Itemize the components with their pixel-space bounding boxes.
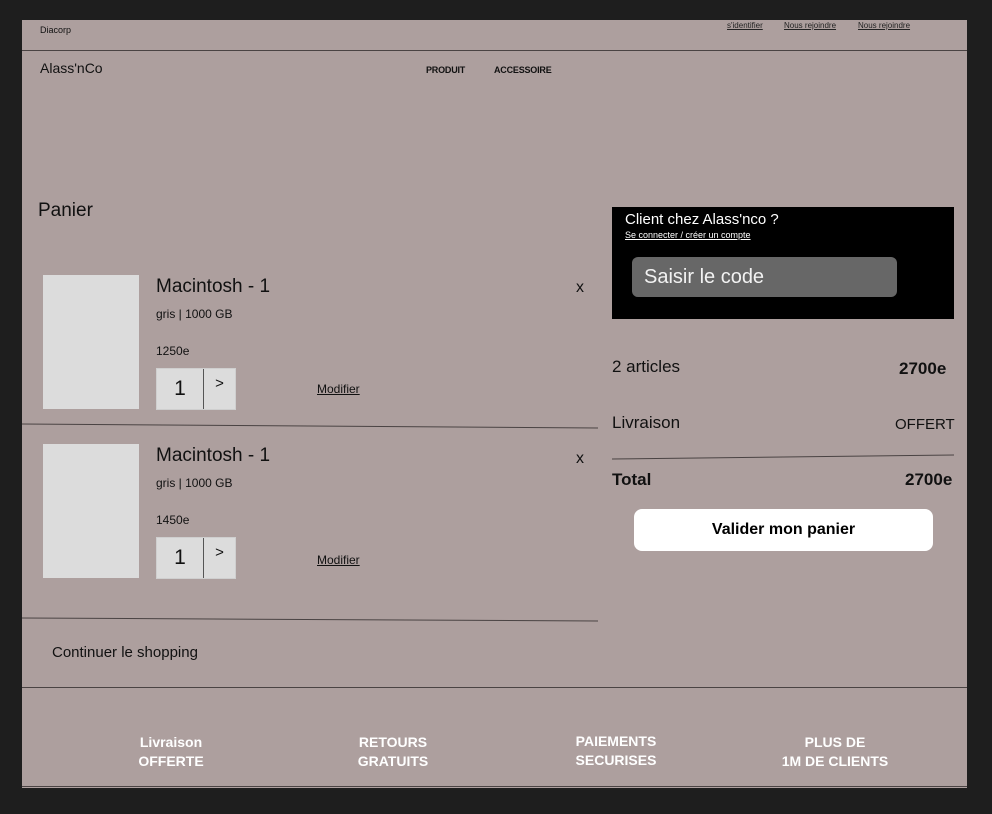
modify-link[interactable]: Modifier xyxy=(317,553,360,567)
articles-count: 2 articles xyxy=(612,357,681,376)
footer-line: PLUS DE xyxy=(804,734,866,750)
item-divider xyxy=(22,617,599,622)
quantity-increment-button[interactable]: > xyxy=(204,538,235,578)
login-link[interactable]: s'identifier xyxy=(727,21,763,30)
footer-payments: PAIEMENTS SECURISES xyxy=(561,732,671,770)
product-thumbnail[interactable] xyxy=(43,275,139,409)
product-price: 1250e xyxy=(156,344,190,358)
product-name[interactable]: Macintosh - 1 xyxy=(156,445,270,467)
validate-cart-button[interactable]: Valider mon panier xyxy=(634,509,933,551)
quantity-increment-button[interactable]: > xyxy=(204,369,235,409)
nav-accessoire[interactable]: ACCESSOIRE xyxy=(494,65,552,75)
delivery-value: OFFERT xyxy=(895,416,955,433)
quantity-value[interactable]: 1 xyxy=(157,369,204,409)
site-logo[interactable]: Alass'nCo xyxy=(40,60,103,76)
quantity-value[interactable]: 1 xyxy=(157,538,204,578)
footer-returns: RETOURS GRATUITS xyxy=(343,733,443,771)
product-price: 1450e xyxy=(156,513,190,527)
topbar-divider xyxy=(22,50,967,51)
login-signup-link[interactable]: Se connecter / créer un compte xyxy=(625,230,751,240)
quantity-stepper: 1 > xyxy=(156,368,236,410)
product-thumbnail[interactable] xyxy=(43,444,139,578)
footer-delivery: Livraison OFFERTE xyxy=(121,733,221,771)
footer-line: OFFERTE xyxy=(138,753,204,769)
page-frame: Diacorp s'identifier Nous rejoindre Nous… xyxy=(22,20,967,788)
client-title: Client chez Alass'nco ? xyxy=(625,211,779,228)
footer-line: Livraison xyxy=(139,734,203,750)
product-name[interactable]: Macintosh - 1 xyxy=(156,276,270,298)
footer-line: 1M DE CLIENTS xyxy=(781,753,889,769)
total-label: Total xyxy=(612,470,652,489)
modify-link[interactable]: Modifier xyxy=(317,382,360,396)
footer-clients: PLUS DE 1M DE CLIENTS xyxy=(765,733,905,771)
remove-item-button[interactable]: x xyxy=(576,279,584,297)
footer-line: RETOURS xyxy=(358,734,428,750)
footer-divider xyxy=(22,687,967,688)
total-amount: 2700e xyxy=(905,470,953,489)
footer-line: SECURISES xyxy=(575,752,657,768)
join-link[interactable]: Nous rejoindre xyxy=(784,21,836,30)
continue-shopping-link[interactable]: Continuer le shopping xyxy=(52,644,198,661)
articles-amount: 2700e xyxy=(899,359,947,378)
product-specs: gris | 1000 GB xyxy=(156,307,233,321)
delivery-label: Livraison xyxy=(612,413,681,432)
remove-item-button[interactable]: x xyxy=(576,450,584,468)
client-login-box: Client chez Alass'nco ? Se connecter / c… xyxy=(612,207,954,319)
page-title: Panier xyxy=(38,200,93,221)
topbar-brand: Diacorp xyxy=(40,25,72,35)
summary-divider xyxy=(612,454,955,460)
footer-line: PAIEMENTS xyxy=(575,733,657,749)
nav-produit[interactable]: PRODUIT xyxy=(426,65,465,75)
footer-bottom-line xyxy=(22,786,967,787)
join-link-2[interactable]: Nous rejoindre xyxy=(858,21,910,30)
item-divider xyxy=(22,423,599,429)
product-specs: gris | 1000 GB xyxy=(156,476,233,490)
promo-code-input[interactable] xyxy=(632,257,897,297)
footer-line: GRATUITS xyxy=(357,753,429,769)
quantity-stepper: 1 > xyxy=(156,537,236,579)
